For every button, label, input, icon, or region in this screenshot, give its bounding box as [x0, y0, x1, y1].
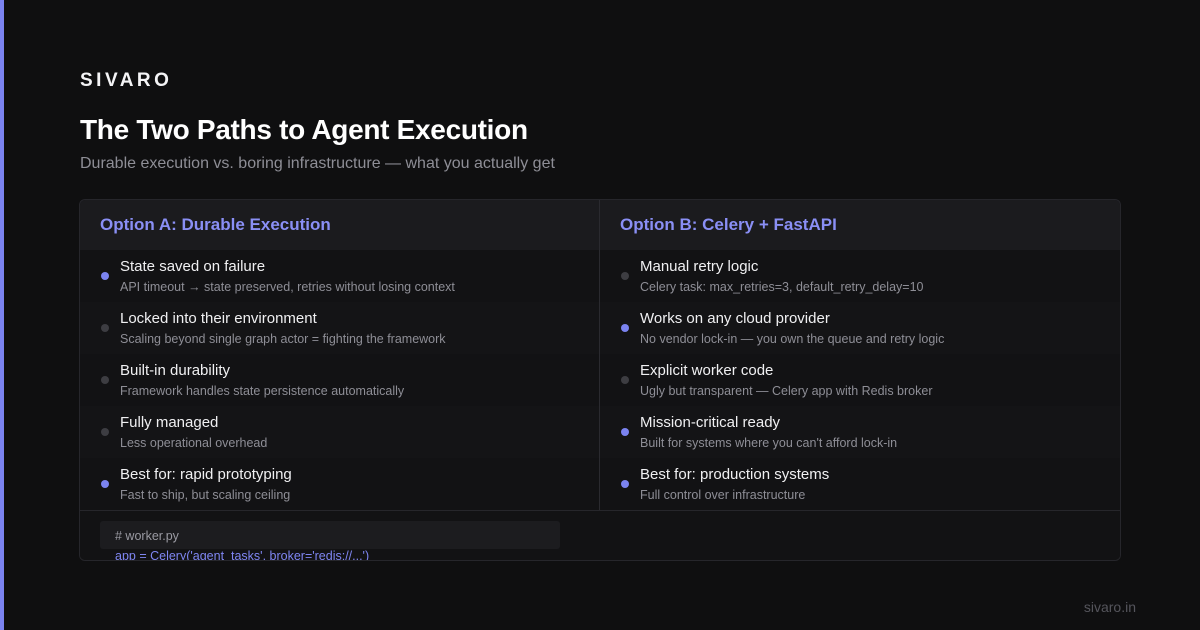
option-a-item: State saved on failure API timeout → sta… [80, 250, 599, 302]
item-title: Mission-critical ready [640, 414, 781, 431]
page-title: The Two Paths to Agent Execution [80, 114, 528, 145]
item-description: Framework handles state persistence auto… [120, 384, 405, 398]
bullet-dot-icon [101, 376, 109, 384]
brand-logo: SIVARO [80, 70, 173, 91]
item-title: Explicit worker code [640, 362, 774, 379]
item-description: No vendor lock-in — you own the queue an… [640, 332, 945, 346]
bullet-dot-icon [621, 376, 629, 384]
option-b-item: Mission-critical ready Built for systems… [600, 406, 1120, 458]
bullet-dot-icon [101, 480, 109, 488]
code-snippet: # worker.py app = Celery('agent_tasks', … [80, 510, 1120, 561]
item-description: Fast to ship, but scaling ceiling [120, 488, 291, 502]
item-title: Works on any cloud provider [640, 310, 830, 327]
option-a-item: Locked into their environment Scaling be… [80, 302, 599, 354]
item-description: Scaling beyond single graph actor = figh… [120, 332, 446, 346]
option-b-column: Option B: Celery + FastAPI Manual retry … [600, 200, 1120, 510]
page-subtitle: Durable execution vs. boring infrastruct… [80, 155, 555, 172]
comparison-panel: Option A: Durable Execution State saved … [79, 199, 1121, 561]
item-description: Less operational overhead [120, 436, 268, 450]
bullet-dot-icon [101, 272, 109, 280]
bullet-dot-icon [101, 428, 109, 436]
item-title: Best for: rapid prototyping [120, 466, 292, 483]
bullet-dot-icon [621, 272, 629, 280]
item-title: Locked into their environment [120, 310, 317, 327]
option-a-item: Fully managed Less operational overhead [80, 406, 599, 458]
item-title: Built-in durability [120, 362, 231, 379]
item-description: Ugly but transparent — Celery app with R… [640, 384, 933, 398]
code-comment: # worker.py [115, 529, 179, 543]
option-b-item: Best for: production systems Full contro… [600, 458, 1120, 510]
item-title: Best for: production systems [640, 466, 830, 483]
option-a-item: Built-in durability Framework handles st… [80, 354, 599, 406]
code-line: app = Celery('agent_tasks', broker='redi… [115, 549, 370, 561]
accent-bar [0, 0, 4, 630]
option-a-header: Option A: Durable Execution [80, 200, 599, 250]
footer-url: sivaro.in [1083, 599, 1136, 615]
item-description: Celery task: max_retries=3, default_retr… [640, 280, 924, 294]
item-description: Full control over infrastructure [640, 488, 806, 502]
item-title: State saved on failure [120, 258, 266, 275]
bullet-dot-icon [621, 324, 629, 332]
option-b-header: Option B: Celery + FastAPI [600, 200, 1120, 250]
item-title: Manual retry logic [640, 258, 759, 275]
item-description: API timeout → state preserved, retries w… [120, 280, 455, 294]
item-title: Fully managed [120, 414, 219, 431]
option-a-column: Option A: Durable Execution State saved … [80, 200, 600, 510]
option-a-item: Best for: rapid prototyping Fast to ship… [80, 458, 599, 510]
bullet-dot-icon [621, 428, 629, 436]
option-b-item: Works on any cloud provider No vendor lo… [600, 302, 1120, 354]
bullet-dot-icon [101, 324, 109, 332]
bullet-dot-icon [621, 480, 629, 488]
item-description: Built for systems where you can't afford… [640, 436, 898, 450]
option-b-item: Explicit worker code Ugly but transparen… [600, 354, 1120, 406]
option-b-item: Manual retry logic Celery task: max_retr… [600, 250, 1120, 302]
